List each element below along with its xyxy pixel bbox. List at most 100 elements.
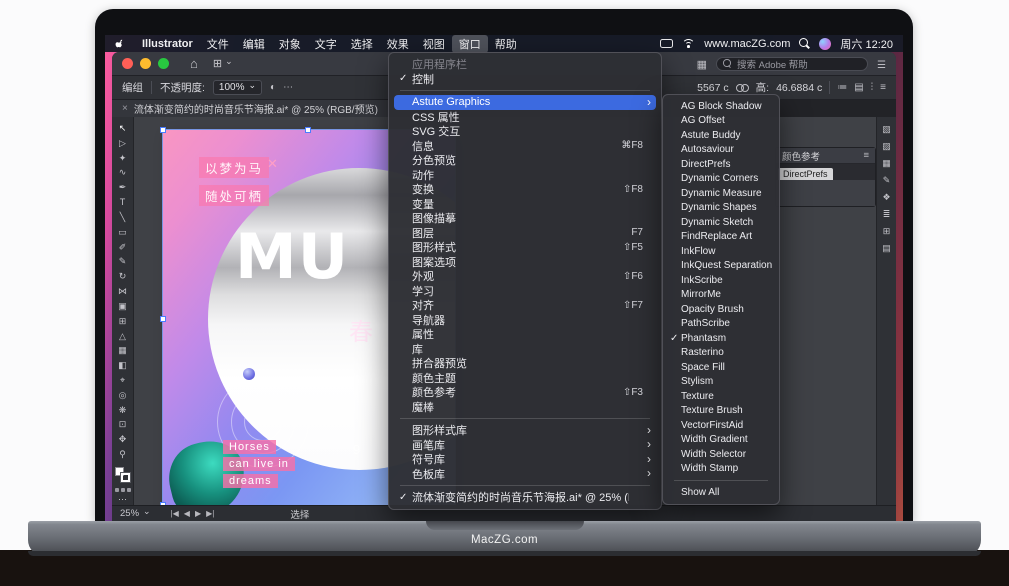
window-menu-item[interactable]: 符号库 bbox=[394, 452, 656, 467]
home-icon[interactable] bbox=[190, 57, 198, 70]
window-menu-item[interactable]: 图案选项 bbox=[394, 255, 656, 270]
color-guide-panel-icon[interactable]: ▨ bbox=[882, 142, 891, 151]
selection-handle[interactable] bbox=[160, 127, 166, 133]
width-value[interactable]: 5567 c bbox=[697, 82, 729, 94]
submenu-item[interactable]: InkScribe bbox=[666, 273, 776, 288]
window-menu-item[interactable]: 颜色主题 bbox=[394, 371, 656, 386]
submenu-item[interactable]: PathScribe bbox=[666, 317, 776, 332]
submenu-item[interactable]: Texture bbox=[666, 389, 776, 404]
color-panel-icon[interactable]: ▧ bbox=[882, 125, 891, 134]
submenu-item[interactable]: Rasterino bbox=[666, 346, 776, 361]
line-segment-tool[interactable]: ╲ bbox=[114, 211, 132, 224]
submenu-item[interactable]: InkFlow bbox=[666, 244, 776, 259]
gpu-performance-icon[interactable] bbox=[697, 55, 707, 73]
last-artboard-icon[interactable] bbox=[206, 509, 214, 518]
artboard-tool[interactable]: ⊡ bbox=[114, 419, 132, 432]
document-tab[interactable]: 流体渐变简约的时尚音乐节海报.ai* @ 25% (RGB/预览) bbox=[112, 100, 389, 117]
submenu-item[interactable]: Dynamic Shapes bbox=[666, 201, 776, 216]
selection-handle[interactable] bbox=[160, 502, 166, 505]
spotlight-search-icon[interactable] bbox=[799, 38, 810, 49]
menubar-menu-item[interactable]: 文件 bbox=[200, 35, 236, 53]
submenu-item[interactable]: Space Fill bbox=[666, 360, 776, 375]
menubar-menu-item[interactable]: 窗口 bbox=[452, 35, 488, 53]
free-transform-tool[interactable]: ▣ bbox=[114, 300, 132, 313]
options-button[interactable]: ⋯ bbox=[283, 82, 293, 93]
window-menu-item[interactable]: 图形样式 ⇧F5 bbox=[394, 240, 656, 255]
magic-wand-tool[interactable]: ✦ bbox=[114, 152, 132, 165]
align-panel-icon[interactable]: ≔ bbox=[837, 82, 847, 93]
submenu-item[interactable]: FindReplace Art bbox=[666, 230, 776, 245]
tab-close-icon[interactable] bbox=[122, 103, 128, 114]
apple-logo-icon[interactable] bbox=[115, 37, 127, 50]
direct-selection-tool[interactable]: ▷ bbox=[114, 137, 132, 150]
arrange-documents-button[interactable] bbox=[213, 57, 233, 70]
brushes-panel-icon[interactable]: ✎ bbox=[883, 176, 891, 185]
blend-tool[interactable]: ◎ bbox=[114, 389, 132, 402]
window-menu-item[interactable]: 拼合器预览 bbox=[394, 356, 656, 371]
submenu-item[interactable]: Width Selector bbox=[666, 447, 776, 462]
window-menu-item[interactable]: 对齐 ⇧F7 bbox=[394, 298, 656, 313]
artboards-panel-icon[interactable]: ⊞ bbox=[883, 227, 891, 236]
window-menu-item[interactable]: 导航器 bbox=[394, 313, 656, 328]
submenu-item[interactable]: Texture Brush bbox=[666, 404, 776, 419]
window-menu-item[interactable]: 外观 ⇧F6 bbox=[394, 269, 656, 284]
zoom-button[interactable] bbox=[158, 58, 169, 69]
rectangle-tool[interactable]: ▭ bbox=[114, 226, 132, 239]
hand-tool[interactable]: ✥ bbox=[114, 433, 132, 446]
window-menu-item[interactable]: 变换 ⇧F8 bbox=[394, 182, 656, 197]
swatches-panel-icon[interactable]: ▦ bbox=[882, 159, 891, 168]
previous-artboard-icon[interactable] bbox=[184, 509, 190, 518]
window-menu-item[interactable]: 图层 F7 bbox=[394, 226, 656, 241]
gradient-tool[interactable]: ◧ bbox=[114, 359, 132, 372]
menubar-menu-item[interactable]: 选择 bbox=[344, 35, 380, 53]
panel-menu-icon[interactable]: ≡ bbox=[880, 82, 886, 93]
window-menu-item[interactable]: 变量 bbox=[394, 197, 656, 212]
window-menu-item[interactable]: 控制 bbox=[394, 72, 656, 87]
submenu-item[interactable]: AG Block Shadow bbox=[666, 99, 776, 114]
menubar-menu-item[interactable]: 效果 bbox=[380, 35, 416, 53]
window-menu-item[interactable]: 图形样式库 bbox=[394, 423, 656, 438]
submenu-item[interactable]: Width Stamp bbox=[666, 462, 776, 477]
style-button[interactable]: ◐ bbox=[270, 82, 276, 93]
display-icon[interactable] bbox=[660, 39, 673, 48]
pencil-tool[interactable]: ✎ bbox=[114, 255, 132, 268]
submenu-item[interactable]: AG Offset bbox=[666, 114, 776, 129]
submenu-item[interactable]: Dynamic Measure bbox=[666, 186, 776, 201]
help-search-input[interactable]: 搜索 Adobe 帮助 bbox=[716, 57, 868, 71]
window-menu-item[interactable]: 图像描摹 bbox=[394, 211, 656, 226]
window-menu-item[interactable]: 属性 bbox=[394, 327, 656, 342]
window-menu-item[interactable]: 流体渐变简约的时尚音乐节海报.ai* @ 25% (RGB/预览) bbox=[394, 490, 656, 505]
submenu-item[interactable]: Width Gradient bbox=[666, 433, 776, 448]
window-menu-item[interactable]: 颜色参考 ⇧F3 bbox=[394, 385, 656, 400]
window-menu-item[interactable]: CSS 属性 bbox=[394, 110, 656, 125]
submenu-item[interactable]: MirrorMe bbox=[666, 288, 776, 303]
shape-builder-tool[interactable]: ⊞ bbox=[114, 315, 132, 328]
symbol-sprayer-tool[interactable]: ❋ bbox=[114, 404, 132, 417]
more-tools-icon[interactable]: ⋯ bbox=[118, 494, 127, 505]
submenu-item[interactable]: Autosaviour bbox=[666, 143, 776, 158]
eyedropper-tool[interactable]: ⌖ bbox=[114, 374, 132, 387]
height-value[interactable]: 46.6884 c bbox=[776, 82, 822, 94]
draw-mode-buttons[interactable] bbox=[115, 488, 131, 492]
window-menu-item[interactable]: Astute Graphics bbox=[394, 95, 656, 110]
submenu-item[interactable]: Dynamic Sketch bbox=[666, 215, 776, 230]
menubar-menu-item[interactable]: 帮助 bbox=[488, 35, 524, 53]
menubar-menu-item[interactable]: 视图 bbox=[416, 35, 452, 53]
siri-icon[interactable] bbox=[819, 38, 831, 50]
rotate-tool[interactable]: ↻ bbox=[114, 270, 132, 283]
properties-icon[interactable]: ⫶ bbox=[871, 82, 874, 93]
width-tool[interactable]: ⋈ bbox=[114, 285, 132, 298]
window-menu-item[interactable]: 画笔库 bbox=[394, 438, 656, 453]
selection-tool[interactable]: ↖ bbox=[114, 122, 132, 135]
first-artboard-icon[interactable] bbox=[171, 509, 179, 518]
mesh-tool[interactable]: ▦ bbox=[114, 344, 132, 357]
window-menu-item[interactable]: 动作 bbox=[394, 168, 656, 183]
next-artboard-icon[interactable] bbox=[195, 509, 201, 518]
paintbrush-tool[interactable]: ✐ bbox=[114, 241, 132, 254]
symbols-panel-icon[interactable]: ❖ bbox=[882, 193, 890, 202]
window-menu-item[interactable]: 分色预览 bbox=[394, 153, 656, 168]
submenu-item[interactable]: Opacity Brush bbox=[666, 302, 776, 317]
window-menu-item[interactable]: 信息 ⌘F8 bbox=[394, 139, 656, 154]
workspace-switcher-icon[interactable] bbox=[877, 55, 886, 73]
menubar-menu-item[interactable]: 对象 bbox=[272, 35, 308, 53]
